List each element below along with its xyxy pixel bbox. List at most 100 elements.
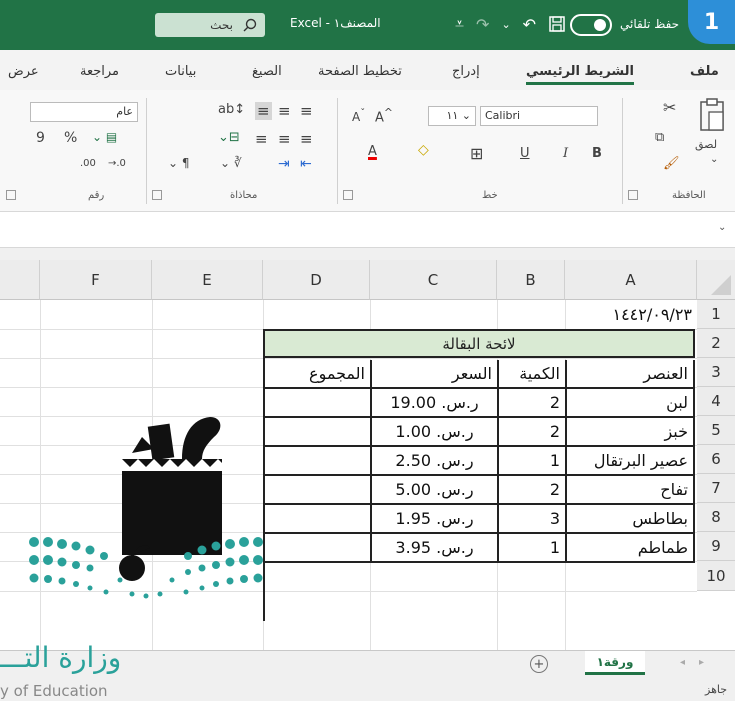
tab-data[interactable]: بيانات [165,64,196,79]
item-name[interactable]: بطاطس [567,505,695,534]
accounting-format-icon[interactable]: ⌄ ▤ [92,130,117,144]
customize-toolbar-icon[interactable]: ⩡ [455,14,464,34]
item-total[interactable] [265,389,372,418]
font-size-select[interactable]: ١١ ⌄ [428,106,476,126]
tab-formulas[interactable]: الصيغ [252,64,282,79]
worksheet-grid[interactable]: A B C D E F 1 2 3 4 5 6 7 8 9 10 ١٤٤٢/٠٩… [0,260,735,650]
orientation-icon[interactable]: ⌄ ∛ [220,156,242,170]
item-name[interactable]: عصير البرتقال [567,447,695,476]
column-header-f[interactable]: F [40,260,152,300]
increase-decimal-button[interactable]: →.0 [108,158,126,169]
save-icon[interactable] [548,15,566,33]
row-header[interactable]: 2 [697,329,735,358]
header-qty[interactable]: الكمية [499,360,567,389]
undo-icon[interactable]: ↶ [523,15,536,34]
item-qty[interactable]: 1 [499,534,567,563]
paragraph-direction-icon[interactable]: ⌄ ¶ [168,156,190,170]
column-header-g[interactable] [0,260,40,300]
row-header[interactable]: 3 [697,358,735,387]
merge-center-icon[interactable]: ⌄⊟ [218,130,240,145]
tab-page-layout[interactable]: تخطيط الصفحة [318,64,402,79]
align-right-icon[interactable]: ≡ [300,130,313,148]
tab-view[interactable]: عرض [8,64,39,79]
increase-indent-icon[interactable]: ⇥ [278,156,290,172]
item-name[interactable]: طماطم [567,534,695,563]
item-qty[interactable]: 3 [499,505,567,534]
paste-label[interactable]: لصق [695,138,717,151]
row-header[interactable]: 9 [697,532,735,561]
underline-button[interactable]: U [520,146,530,161]
alignment-launcher-icon[interactable] [152,190,162,200]
decrease-decimal-button[interactable]: .00 [80,158,96,169]
item-name[interactable]: تفاح [567,476,695,505]
autosave-toggle[interactable] [570,14,612,36]
header-price[interactable]: السعر [372,360,499,389]
chevron-down-icon[interactable]: ⌄ [501,18,510,31]
borders-icon[interactable]: ⊞ [470,144,483,163]
paste-dropdown-icon[interactable]: ⌄ [710,154,718,165]
item-total[interactable] [265,418,372,447]
item-qty[interactable]: 2 [499,418,567,447]
item-price[interactable]: ر.س. 1.00 [372,418,499,447]
item-price[interactable]: ر.س. 2.50 [372,447,499,476]
header-item[interactable]: العنصر [567,360,695,389]
cut-icon[interactable]: ✂ [663,98,676,117]
font-launcher-icon[interactable] [343,190,353,200]
shrink-font-button[interactable]: Aˇ [352,108,365,124]
row-header[interactable]: 6 [697,445,735,474]
expand-formula-bar-icon[interactable]: ⌄ [718,222,726,233]
comma-style-button[interactable]: 9 [36,130,45,146]
item-qty[interactable]: 2 [499,476,567,505]
grow-font-button[interactable]: A^ [375,106,393,125]
column-header-e[interactable]: E [152,260,263,300]
number-launcher-icon[interactable] [6,190,16,200]
item-total[interactable] [265,534,372,563]
row-header[interactable]: 5 [697,416,735,445]
row-header[interactable]: 7 [697,474,735,503]
paste-icon[interactable] [695,98,727,136]
copy-icon[interactable]: ⧉ [655,130,664,145]
tab-review[interactable]: مراجعة [80,64,119,79]
sheet-nav-arrows-icon[interactable]: ◂▸ [680,657,718,668]
item-price[interactable]: ر.س. 1.95 [372,505,499,534]
align-bottom-icon[interactable]: ≡ [255,102,272,120]
item-name[interactable]: لبن [567,389,695,418]
item-price[interactable]: ر.س. 3.95 [372,534,499,563]
item-price[interactable]: ر.س. 5.00 [372,476,499,505]
align-middle-icon[interactable]: ≡ [278,102,291,120]
font-name-select[interactable]: Calibri [480,106,598,126]
item-total[interactable] [265,476,372,505]
column-header-b[interactable]: B [497,260,565,300]
item-name[interactable]: خبز [567,418,695,447]
select-all-corner[interactable] [697,260,735,300]
fill-color-icon[interactable]: ◇ [418,142,429,158]
percent-style-button[interactable]: % [64,130,77,146]
table-title[interactable]: لائحة البقالة [265,331,695,358]
redo-icon[interactable]: ↷ [476,15,489,34]
item-total[interactable] [265,447,372,476]
item-total[interactable] [265,505,372,534]
cell-a1[interactable]: ١٤٤٢/٠٩/٢٣ [565,300,697,329]
sheet-tab-active[interactable]: ورقة١ [585,651,645,675]
row-header[interactable]: 4 [697,387,735,416]
row-header[interactable]: 8 [697,503,735,532]
decrease-indent-icon[interactable]: ⇤ [300,156,312,172]
header-total[interactable]: المجموع [265,360,372,389]
format-painter-icon[interactable]: 🖌 [663,156,680,171]
bold-button[interactable]: B [592,146,602,161]
row-header[interactable]: 1 [697,300,735,329]
item-price[interactable]: ر.س. 19.00 [372,389,499,418]
column-header-d[interactable]: D [263,260,370,300]
search-box[interactable]: بحث [155,13,265,37]
tab-home[interactable]: الشريط الرئيسي [526,64,634,85]
font-color-icon[interactable]: A [368,144,377,159]
align-top-icon[interactable]: ≡ [300,102,313,120]
item-qty[interactable]: 1 [499,447,567,476]
align-left-icon[interactable]: ≡ [255,130,268,148]
formula-bar[interactable]: ⌄ [0,212,735,248]
item-qty[interactable]: 2 [499,389,567,418]
clipboard-launcher-icon[interactable] [628,190,638,200]
column-header-a[interactable]: A [565,260,697,300]
row-header[interactable]: 10 [697,561,735,591]
tab-insert[interactable]: إدراج [452,64,480,79]
